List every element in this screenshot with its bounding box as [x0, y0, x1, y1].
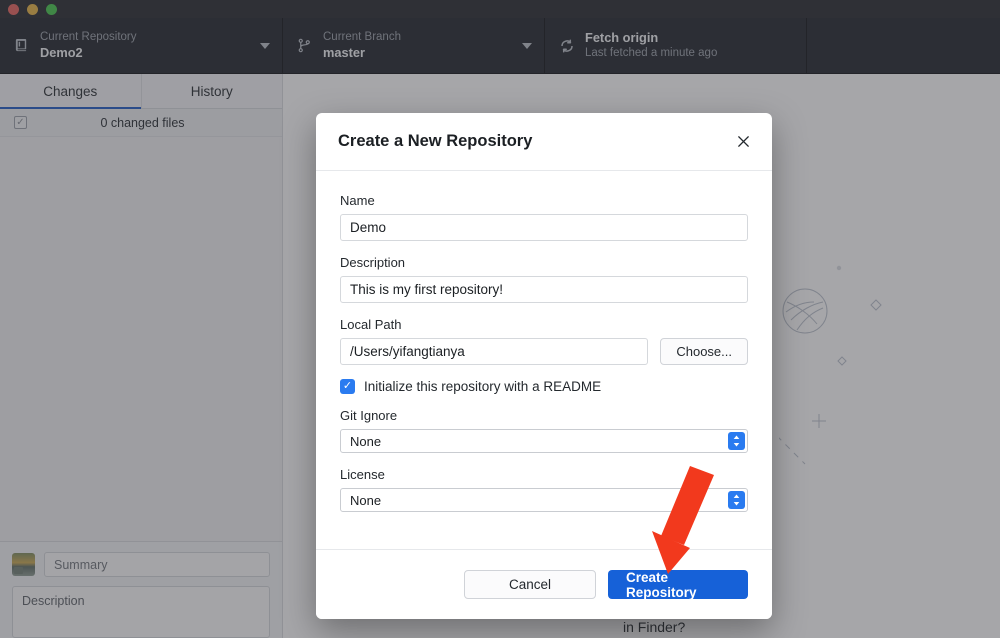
description-label: Description: [340, 255, 748, 270]
field-git-ignore: Git Ignore None: [340, 408, 748, 453]
dialog-footer: Cancel Create Repository: [316, 549, 772, 619]
readme-checkbox-row[interactable]: ✓ Initialize this repository with a READ…: [340, 379, 748, 394]
name-label: Name: [340, 193, 748, 208]
dialog-title: Create a New Repository: [338, 132, 532, 151]
close-icon[interactable]: [732, 131, 754, 153]
field-description: Description This is my first repository!: [340, 255, 748, 303]
dialog-header: Create a New Repository: [316, 113, 772, 171]
local-path-input[interactable]: /Users/yifangtianya: [340, 338, 648, 365]
name-input[interactable]: Demo: [340, 214, 748, 241]
stepper-icon[interactable]: [728, 432, 745, 450]
git-ignore-value: None: [350, 434, 381, 449]
app-window: Current Repository Demo2 Current Branch …: [0, 0, 1000, 638]
readme-checkbox[interactable]: ✓: [340, 379, 355, 394]
stepper-icon[interactable]: [728, 491, 745, 509]
license-value: None: [350, 493, 381, 508]
readme-checkbox-label: Initialize this repository with a README: [364, 379, 601, 394]
create-repository-button[interactable]: Create Repository: [608, 570, 748, 599]
cancel-button[interactable]: Cancel: [464, 570, 596, 599]
git-ignore-select[interactable]: None: [340, 429, 748, 453]
create-repository-dialog: Create a New Repository Name Demo Descri…: [316, 113, 772, 619]
local-path-label: Local Path: [340, 317, 748, 332]
field-name: Name Demo: [340, 193, 748, 241]
field-local-path: Local Path /Users/yifangtianya Choose...: [340, 317, 748, 365]
license-label: License: [340, 467, 748, 482]
dialog-content: Name Demo Description This is my first r…: [316, 171, 772, 549]
git-ignore-label: Git Ignore: [340, 408, 748, 423]
field-license: License None: [340, 467, 748, 512]
license-select[interactable]: None: [340, 488, 748, 512]
choose-button[interactable]: Choose...: [660, 338, 748, 365]
description-input[interactable]: This is my first repository!: [340, 276, 748, 303]
local-path-row: /Users/yifangtianya Choose...: [340, 338, 748, 365]
